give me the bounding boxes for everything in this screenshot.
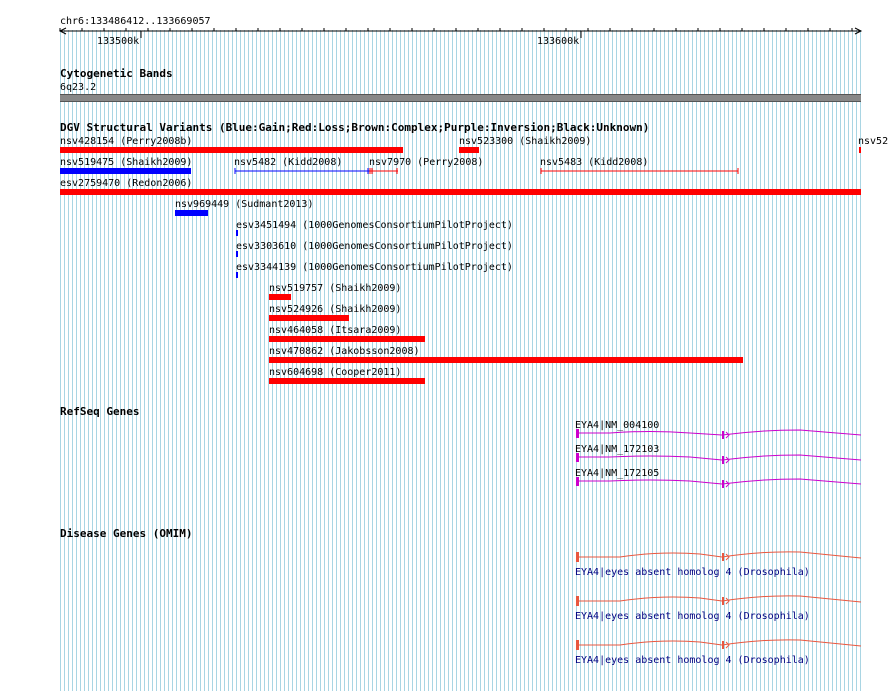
omim-gene-label[interactable]: EYA4|eyes absent homolog 4 (Drosophila)	[575, 567, 810, 578]
omim-gene-models[interactable]	[0, 0, 890, 691]
omim-gene-label[interactable]: EYA4|eyes absent homolog 4 (Drosophila)	[575, 611, 810, 622]
omim-gene-label[interactable]: EYA4|eyes absent homolog 4 (Drosophila)	[575, 655, 810, 666]
